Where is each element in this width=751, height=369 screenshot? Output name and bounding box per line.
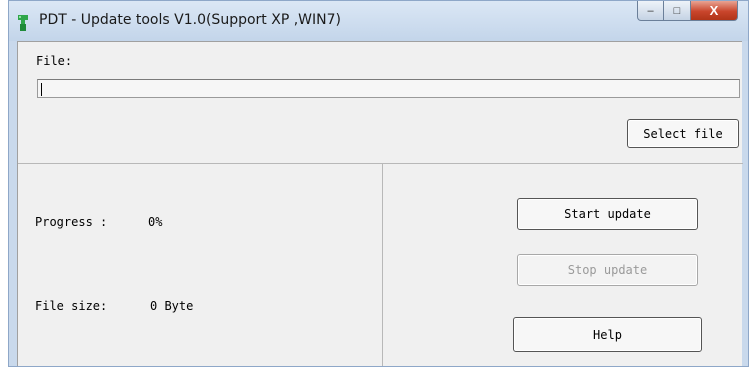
- close-icon: X: [709, 3, 719, 18]
- maximize-icon: □: [673, 4, 681, 17]
- app-window: PDT - Update tools V1.0(Support XP ,WIN7…: [8, 0, 749, 367]
- text-caret: [41, 83, 42, 96]
- app-green-icon: [18, 15, 28, 31]
- file-label: File:: [36, 54, 73, 68]
- file-size-value: 0 Byte: [150, 299, 194, 313]
- file-size-label: File size:: [35, 299, 108, 313]
- window-title: PDT - Update tools V1.0(Support XP ,WIN7…: [39, 12, 341, 28]
- minimize-button[interactable]: –: [637, 1, 664, 21]
- progress-label: Progress :: [35, 215, 108, 229]
- progress-value: 0%: [148, 215, 163, 229]
- client-area: File: Select file Progress : 0% File siz…: [17, 41, 743, 366]
- caption-buttons: – □ X: [637, 1, 738, 23]
- divider-horizontal: [18, 163, 743, 164]
- maximize-button[interactable]: □: [664, 1, 691, 21]
- file-path-input[interactable]: [37, 79, 740, 98]
- stop-update-button[interactable]: Stop update: [517, 254, 698, 286]
- divider-vertical: [382, 163, 383, 366]
- close-button[interactable]: X: [691, 1, 738, 21]
- help-button[interactable]: Help: [513, 317, 702, 352]
- select-file-button[interactable]: Select file: [627, 119, 739, 148]
- minimize-icon: –: [647, 4, 654, 17]
- title-bar[interactable]: PDT - Update tools V1.0(Support XP ,WIN7…: [9, 1, 748, 41]
- start-update-button[interactable]: Start update: [517, 198, 698, 230]
